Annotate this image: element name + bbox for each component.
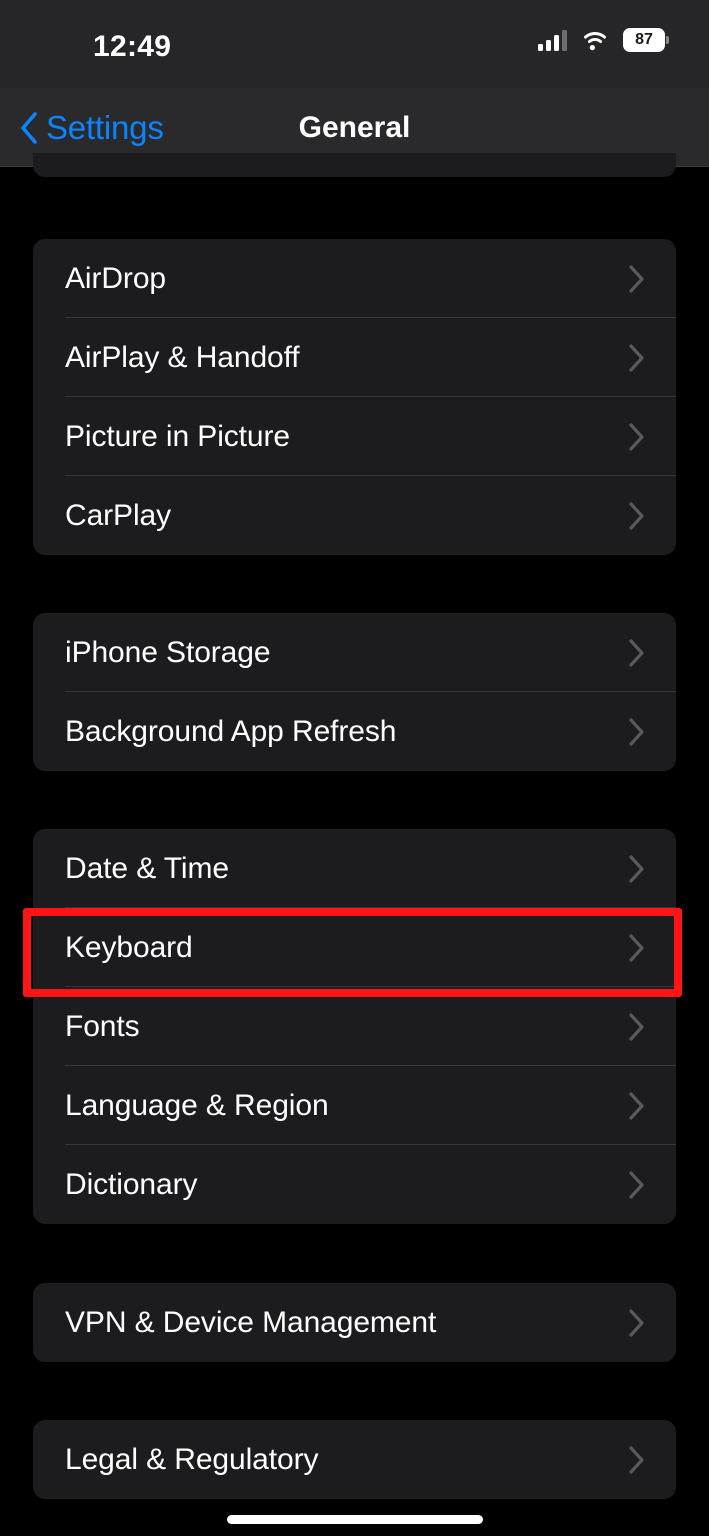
chevron-right-icon — [629, 933, 644, 962]
list-item-label: Dictionary — [65, 1167, 198, 1201]
settings-group-sharing: AirDrop AirPlay & Handoff Picture in Pic… — [33, 239, 676, 555]
list-item[interactable]: AirPlay & Handoff — [33, 318, 676, 397]
list-item[interactable]: AirDrop — [33, 239, 676, 318]
status-bar-time: 12:49 — [93, 30, 172, 63]
list-item-keyboard[interactable]: Keyboard — [33, 908, 676, 987]
list-item[interactable]: VPN & Device Management — [33, 1283, 676, 1362]
chevron-right-icon — [629, 717, 644, 746]
chevron-right-icon — [629, 343, 644, 372]
chevron-right-icon — [629, 1091, 644, 1120]
settings-group-vpn: VPN & Device Management — [33, 1283, 676, 1362]
settings-group-legal: Legal & Regulatory — [33, 1420, 676, 1499]
list-item-label: Legal & Regulatory — [65, 1442, 319, 1476]
chevron-right-icon — [629, 1445, 644, 1474]
list-item-label: Fonts — [65, 1009, 140, 1043]
list-item[interactable]: iPhone Storage — [33, 613, 676, 692]
chevron-right-icon — [629, 1170, 644, 1199]
chevron-right-icon — [629, 501, 644, 530]
chevron-right-icon — [629, 854, 644, 883]
settings-group-localization: Date & Time Keyboard Fonts Language & Re… — [33, 829, 676, 1224]
list-item-label: AirPlay & Handoff — [65, 340, 300, 374]
iphone-settings-screen: 12:49 87 Settings General AirDrop AirPla… — [0, 0, 709, 1536]
list-item[interactable]: Legal & Regulatory — [33, 1420, 676, 1499]
list-item[interactable]: Picture in Picture — [33, 397, 676, 476]
battery-icon: 87 — [623, 28, 669, 52]
cellular-signal-icon — [538, 29, 567, 51]
settings-group-partial-top — [33, 153, 676, 177]
list-item-label: Picture in Picture — [65, 419, 290, 453]
list-item-label: Date & Time — [65, 851, 229, 885]
list-item-label: AirDrop — [65, 261, 166, 295]
list-item-label: CarPlay — [65, 498, 171, 532]
battery-percent-label: 87 — [635, 31, 653, 48]
list-item[interactable]: Fonts — [33, 987, 676, 1066]
list-item-label: VPN & Device Management — [65, 1305, 437, 1339]
back-button-label: Settings — [46, 108, 164, 146]
chevron-right-icon — [629, 422, 644, 451]
list-item-label: Keyboard — [65, 930, 193, 964]
chevron-right-icon — [629, 1012, 644, 1041]
chevron-right-icon — [629, 264, 644, 293]
list-item-label: Background App Refresh — [65, 714, 397, 748]
list-item-label: iPhone Storage — [65, 635, 271, 669]
wifi-icon — [581, 29, 609, 51]
list-item[interactable]: Language & Region — [33, 1066, 676, 1145]
chevron-left-icon — [21, 111, 37, 144]
list-item[interactable]: Dictionary — [33, 1145, 676, 1224]
chevron-right-icon — [629, 1308, 644, 1337]
home-indicator — [226, 1515, 483, 1524]
list-item[interactable]: Date & Time — [33, 829, 676, 908]
chevron-right-icon — [629, 638, 644, 667]
list-item[interactable]: CarPlay — [33, 476, 676, 555]
status-bar-indicators: 87 — [538, 28, 669, 52]
settings-group-storage: iPhone Storage Background App Refresh — [33, 613, 676, 771]
list-item[interactable]: Background App Refresh — [33, 692, 676, 771]
settings-list[interactable]: AirDrop AirPlay & Handoff Picture in Pic… — [0, 153, 709, 1536]
list-item-label: Language & Region — [65, 1088, 329, 1122]
status-bar: 12:49 87 — [0, 0, 709, 88]
